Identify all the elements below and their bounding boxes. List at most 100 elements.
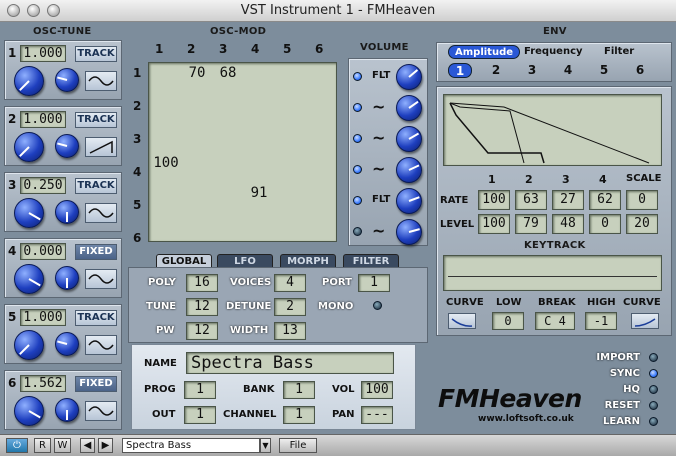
volume-knob[interactable] <box>396 188 422 214</box>
osc-mod-cell[interactable]: 91 <box>244 185 274 201</box>
prog-value[interactable]: 1 <box>184 381 216 399</box>
osc-level-knob[interactable] <box>14 330 44 360</box>
osc-mod-cell[interactable]: 70 <box>182 65 212 81</box>
osc-level-knob[interactable] <box>14 264 44 294</box>
tune-value[interactable]: 12 <box>186 298 218 316</box>
env-tab[interactable]: Frequency <box>518 45 589 59</box>
bank-value[interactable]: 1 <box>283 381 315 399</box>
voices-value[interactable]: 4 <box>274 274 306 292</box>
vol-value[interactable]: 100 <box>361 381 393 399</box>
option-led[interactable] <box>649 369 658 378</box>
volume-led[interactable] <box>353 72 362 81</box>
env-rate-value[interactable]: 0 <box>626 190 658 210</box>
osc-mod-cell[interactable]: 68 <box>213 65 243 81</box>
env-number[interactable]: 1 <box>448 63 472 78</box>
sine-wave-icon[interactable] <box>85 203 117 223</box>
sine-wave-icon[interactable] <box>85 71 117 91</box>
option-led[interactable] <box>649 401 658 410</box>
pw-value[interactable]: 12 <box>186 322 218 340</box>
env-number[interactable]: 4 <box>556 63 580 78</box>
osc-mode-button[interactable]: TRACK <box>75 178 117 194</box>
osc-ratio-value[interactable]: 0.000 <box>20 243 66 260</box>
global-tab[interactable]: GLOBAL <box>156 254 212 268</box>
env-level-value[interactable]: 48 <box>552 214 584 234</box>
osc-mod-matrix[interactable]: 70 68 100 91 <box>148 62 337 242</box>
out-value[interactable]: 1 <box>184 406 216 424</box>
port-value[interactable]: 1 <box>358 274 390 292</box>
write-button[interactable]: W <box>54 438 71 453</box>
poly-value[interactable]: 16 <box>186 274 218 292</box>
env-level-value[interactable]: 0 <box>589 214 621 234</box>
osc-mod-cell[interactable]: 100 <box>151 155 181 171</box>
volume-led[interactable] <box>353 227 362 236</box>
env-tab[interactable]: Amplitude <box>448 45 521 59</box>
ramp-wave-icon[interactable] <box>85 137 117 157</box>
osc-fine-knob[interactable] <box>55 332 79 356</box>
detune-value[interactable]: 2 <box>274 298 306 316</box>
osc-fine-knob[interactable] <box>55 134 79 158</box>
osc-ratio-value[interactable]: 1.000 <box>20 111 66 128</box>
read-button[interactable]: R <box>34 438 51 453</box>
envelope-display[interactable] <box>443 94 662 166</box>
env-number[interactable]: 5 <box>592 63 616 78</box>
env-number[interactable]: 6 <box>628 63 652 78</box>
osc-mode-button[interactable]: FIXED <box>75 376 117 392</box>
curve-low-button[interactable] <box>448 313 476 329</box>
file-menu-button[interactable]: File <box>279 438 317 453</box>
osc-mode-button[interactable]: TRACK <box>75 46 117 62</box>
env-level-value[interactable]: 100 <box>478 214 510 234</box>
env-number[interactable]: 3 <box>520 63 544 78</box>
osc-level-knob[interactable] <box>14 132 44 162</box>
curve-high-button[interactable] <box>631 313 659 329</box>
preset-select[interactable]: Spectra Bass <box>122 438 260 453</box>
env-level-value[interactable]: 79 <box>515 214 547 234</box>
osc-mode-button[interactable]: FIXED <box>75 244 117 260</box>
env-number[interactable]: 2 <box>484 63 508 78</box>
env-level-value[interactable]: 20 <box>626 214 658 234</box>
break-value[interactable]: C 4 <box>535 312 575 330</box>
osc-level-knob[interactable] <box>14 198 44 228</box>
osc-ratio-value[interactable]: 1.000 <box>20 45 66 62</box>
high-value[interactable]: -1 <box>585 312 617 330</box>
sine-wave-icon[interactable] <box>85 269 117 289</box>
keytrack-display[interactable] <box>443 255 662 291</box>
volume-led[interactable] <box>353 165 362 174</box>
osc-fine-knob[interactable] <box>55 200 79 224</box>
osc-level-knob[interactable] <box>14 66 44 96</box>
option-led[interactable] <box>649 385 658 394</box>
option-led[interactable] <box>649 353 658 362</box>
global-tab[interactable]: MORPH <box>280 254 336 268</box>
osc-level-knob[interactable] <box>14 396 44 426</box>
sine-wave-icon[interactable] <box>85 401 117 421</box>
mono-led[interactable] <box>373 301 382 310</box>
low-value[interactable]: 0 <box>492 312 524 330</box>
pan-value[interactable]: --- <box>361 406 393 424</box>
option-led[interactable] <box>649 417 658 426</box>
preset-dropdown-chevron-icon[interactable]: ▼ <box>260 438 271 453</box>
prev-preset-button[interactable]: ◀ <box>80 438 95 453</box>
volume-led[interactable] <box>353 103 362 112</box>
width-value[interactable]: 13 <box>274 322 306 340</box>
osc-mode-button[interactable]: TRACK <box>75 112 117 128</box>
osc-ratio-value[interactable]: 0.250 <box>20 177 66 194</box>
volume-knob[interactable] <box>396 64 422 90</box>
osc-ratio-value[interactable]: 1.000 <box>20 309 66 326</box>
env-rate-value[interactable]: 63 <box>515 190 547 210</box>
osc-fine-knob[interactable] <box>55 398 79 422</box>
volume-led[interactable] <box>353 134 362 143</box>
osc-ratio-value[interactable]: 1.562 <box>20 375 66 392</box>
volume-knob[interactable] <box>396 95 422 121</box>
volume-knob[interactable] <box>396 219 422 245</box>
patch-name-field[interactable]: Spectra Bass <box>186 352 394 374</box>
global-tab[interactable]: FILTER <box>343 254 399 268</box>
volume-knob[interactable] <box>396 126 422 152</box>
volume-led[interactable] <box>353 196 362 205</box>
env-rate-value[interactable]: 27 <box>552 190 584 210</box>
volume-knob[interactable] <box>396 157 422 183</box>
env-tab[interactable]: Filter <box>598 45 640 59</box>
osc-fine-knob[interactable] <box>55 266 79 290</box>
global-tab[interactable]: LFO <box>217 254 273 268</box>
osc-mode-button[interactable]: TRACK <box>75 310 117 326</box>
power-button[interactable]: ⏻ <box>6 438 28 453</box>
env-rate-value[interactable]: 62 <box>589 190 621 210</box>
